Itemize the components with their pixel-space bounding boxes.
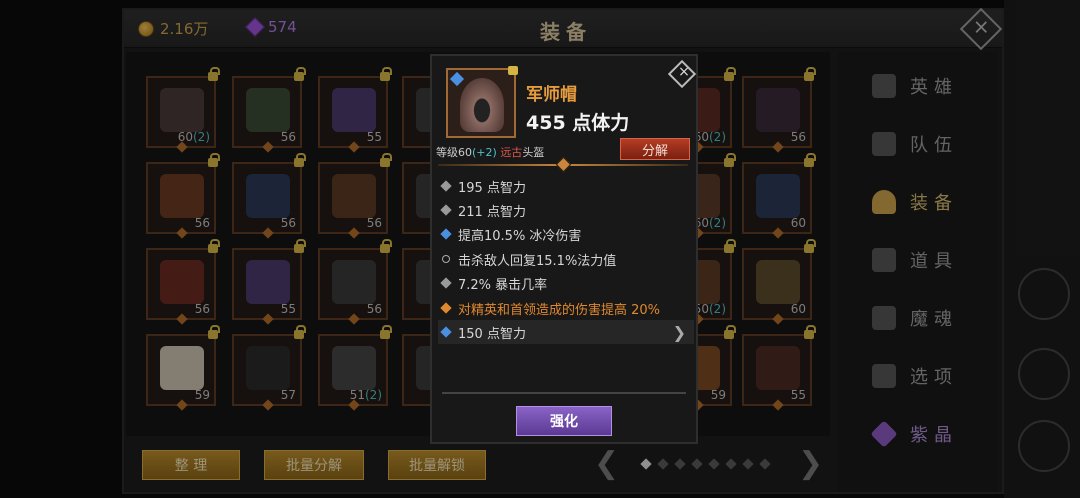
stat-text: 击杀敌人回复15.1%法力值 — [458, 253, 617, 269]
lock-icon[interactable] — [508, 66, 518, 75]
stat-text: 提高10.5% 冰冷伤害 — [458, 228, 582, 244]
item-level-bonus: (+2) — [472, 146, 497, 159]
close-icon: × — [678, 63, 690, 80]
popup-close-button[interactable]: × — [667, 59, 697, 89]
item-slot-type: 头盔 — [522, 146, 545, 159]
item-icon — [446, 68, 516, 138]
divider — [442, 392, 686, 394]
enhance-button[interactable]: 强化 — [516, 406, 612, 436]
item-name: 军师帽 — [526, 85, 577, 105]
stat-line: 提高10.5% 冰冷伤害 — [438, 222, 694, 246]
legendary-stat-line: 对精英和首领造成的伤害提高 20% — [438, 296, 694, 320]
item-main-stat: 455 点体力 — [526, 112, 630, 134]
stat-text: 195 点智力 — [458, 180, 526, 196]
socket-gem-icon — [440, 326, 452, 338]
bullet-diamond-icon — [440, 277, 452, 289]
item-level: 等级60 — [436, 146, 472, 159]
bullet-diamond-icon — [440, 204, 452, 216]
item-detail-popup: 军师帽 455 点体力 × 等级60(+2) 远古头盔 分解 195 点智力 2… — [430, 54, 698, 444]
stat-text: 7.2% 暴击几率 — [458, 277, 548, 293]
stat-text: 对精英和首领造成的伤害提高 20% — [458, 302, 661, 318]
stat-line: 击杀敌人回复15.1%法力值 — [438, 247, 694, 271]
bullet-orange-diamond-icon — [440, 302, 452, 314]
bullet-cycle-icon — [442, 255, 450, 263]
bullet-blue-diamond-icon — [440, 228, 452, 240]
hood-icon — [460, 78, 504, 132]
stat-line: 211 点智力 — [438, 198, 694, 222]
socket-row[interactable]: 150 点智力 ❯ — [438, 320, 694, 344]
divider-diamond-icon — [555, 156, 572, 173]
item-subtitle: 等级60(+2) 远古头盔 — [436, 144, 544, 160]
stat-line: 7.2% 暴击几率 — [438, 271, 694, 295]
item-class-tag: 远古 — [500, 146, 523, 159]
stat-text: 211 点智力 — [458, 204, 526, 220]
socket-text: 150 点智力 — [458, 326, 526, 342]
stat-line: 195 点智力 — [438, 174, 694, 198]
decompose-button[interactable]: 分解 — [620, 138, 690, 160]
chevron-right-icon: ❯ — [672, 322, 686, 342]
bullet-diamond-icon — [440, 180, 452, 192]
socket-gem-icon — [449, 71, 465, 87]
